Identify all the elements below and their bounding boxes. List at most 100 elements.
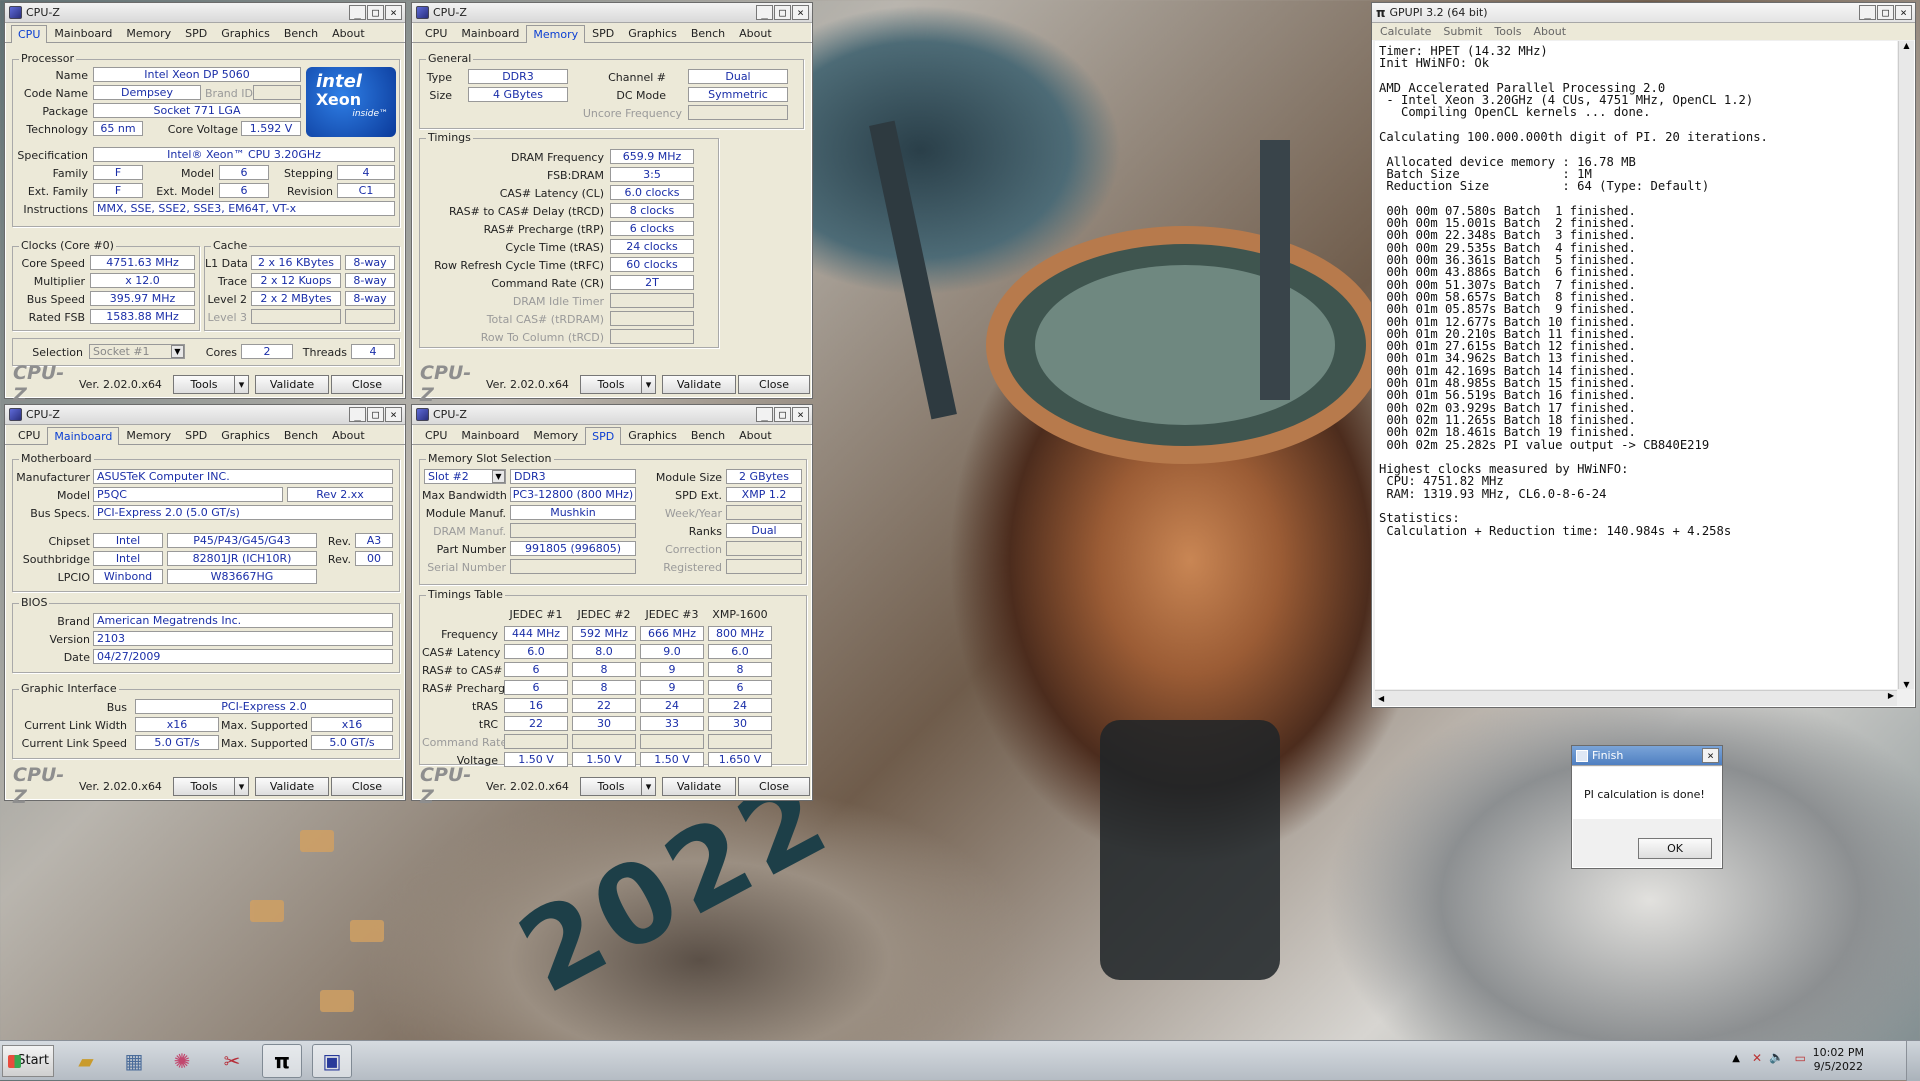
gpupi-taskbar-icon[interactable]: π <box>262 1044 302 1078</box>
type-label: Type <box>426 71 452 84</box>
tab-memory[interactable]: Memory <box>526 426 585 444</box>
title-bar[interactable]: π GPUPI 3.2 (64 bit) _ □ × <box>1372 3 1915 23</box>
close-window-button[interactable]: × <box>385 5 402 20</box>
volume-icon[interactable]: 🔈 <box>1769 1050 1784 1064</box>
close-window-button[interactable]: × <box>1895 5 1912 20</box>
close-button[interactable]: Close <box>738 375 810 394</box>
close-button[interactable]: Close <box>738 777 810 796</box>
minimize-button[interactable]: _ <box>756 407 773 422</box>
tab-bench[interactable]: Bench <box>684 24 732 42</box>
tab-bench[interactable]: Bench <box>277 24 325 42</box>
slot-select-arrow-icon[interactable]: ▼ <box>492 470 505 483</box>
validate-button[interactable]: Validate <box>255 777 329 796</box>
title-bar[interactable]: CPU-Z _ □ × <box>412 405 812 425</box>
close-button[interactable]: Close <box>331 777 403 796</box>
paint-icon[interactable]: ✺ <box>162 1044 202 1078</box>
cas-latency-label: CAS# Latency (CL) <box>499 187 604 200</box>
tab-spd[interactable]: SPD <box>585 24 621 42</box>
tools-dropdown-icon[interactable]: ▾ <box>234 777 249 796</box>
validate-button[interactable]: Validate <box>662 375 736 394</box>
tab-spd[interactable]: SPD <box>585 427 622 445</box>
tools-dropdown-icon[interactable]: ▾ <box>641 375 656 394</box>
close-window-button[interactable]: × <box>385 407 402 422</box>
tab-graphics[interactable]: Graphics <box>621 426 684 444</box>
title-bar[interactable]: CPU-Z _ □ × <box>5 3 405 23</box>
tools-button[interactable]: Tools <box>173 375 235 394</box>
scroll-down-icon[interactable]: ▼ <box>1899 680 1914 689</box>
scroll-left-icon[interactable]: ◀ <box>1375 694 1384 703</box>
tab-bench[interactable]: Bench <box>277 426 325 444</box>
maximize-button[interactable]: □ <box>774 407 791 422</box>
close-window-button[interactable]: × <box>1702 748 1719 763</box>
tab-graphics[interactable]: Graphics <box>621 24 684 42</box>
tab-cpu[interactable]: CPU <box>418 24 454 42</box>
explorer-folder-icon[interactable]: ▰ <box>66 1044 106 1078</box>
snipping-tool-icon[interactable]: ✂ <box>212 1044 252 1078</box>
menu-tools[interactable]: Tools <box>1494 25 1521 38</box>
menu-calculate[interactable]: Calculate <box>1380 25 1431 38</box>
title-bar[interactable]: CPU-Z _ □ × <box>412 3 812 23</box>
tab-mainboard[interactable]: Mainboard <box>47 427 120 445</box>
close-window-button[interactable]: × <box>792 5 809 20</box>
tab-cpu[interactable]: CPU <box>11 426 47 444</box>
show-desktop-button[interactable] <box>1906 1041 1920 1081</box>
tools-button[interactable]: Tools <box>173 777 235 796</box>
tools-button[interactable]: Tools <box>580 375 642 394</box>
horizontal-scrollbar[interactable]: ◀ ▶ <box>1375 690 1897 706</box>
tab-mainboard[interactable]: Mainboard <box>47 24 119 42</box>
validate-button[interactable]: Validate <box>662 777 736 796</box>
scroll-right-icon[interactable]: ▶ <box>1888 691 1894 700</box>
socket-select-arrow-icon[interactable]: ▼ <box>171 345 184 358</box>
tab-about[interactable]: About <box>732 24 779 42</box>
southbridge-vendor: Intel <box>93 551 163 566</box>
tab-spd[interactable]: SPD <box>178 24 214 42</box>
size-label: Size <box>429 89 452 102</box>
tools-dropdown-icon[interactable]: ▾ <box>641 777 656 796</box>
maximize-button[interactable]: □ <box>1877 5 1894 20</box>
tab-memory[interactable]: Memory <box>526 25 586 43</box>
show-hidden-icons-icon[interactable]: ▲ <box>1732 1053 1740 1064</box>
tab-graphics[interactable]: Graphics <box>214 426 277 444</box>
tab-cpu[interactable]: CPU <box>11 25 48 43</box>
title-bar[interactable]: Finish × <box>1572 746 1722 766</box>
tab-graphics[interactable]: Graphics <box>214 24 277 42</box>
scroll-up-icon[interactable]: ▲ <box>1899 41 1914 50</box>
tools-button[interactable]: Tools <box>580 777 642 796</box>
close-window-button[interactable]: × <box>792 407 809 422</box>
tab-spd[interactable]: SPD <box>178 426 214 444</box>
cpuz-taskbar-icon[interactable]: ▣ <box>312 1044 352 1078</box>
validate-button[interactable]: Validate <box>255 375 329 394</box>
l1data-way: 8-way <box>345 255 395 270</box>
busspeed-label: Bus Speed <box>26 293 85 306</box>
clock[interactable]: 10:02 PM 9/5/2022 <box>1813 1046 1864 1074</box>
maximize-button[interactable]: □ <box>774 5 791 20</box>
tab-memory[interactable]: Memory <box>119 426 178 444</box>
minimize-button[interactable]: _ <box>349 407 366 422</box>
start-button[interactable]: Start <box>2 1045 54 1077</box>
tab-about[interactable]: About <box>732 426 779 444</box>
tab-mainboard[interactable]: Mainboard <box>454 24 526 42</box>
battery-icon[interactable]: ▭ <box>1795 1051 1806 1065</box>
tab-bench[interactable]: Bench <box>684 426 732 444</box>
close-button[interactable]: Close <box>331 375 403 394</box>
calculator-icon[interactable]: ▦ <box>114 1044 154 1078</box>
menu-about[interactable]: About <box>1534 25 1567 38</box>
maximize-button[interactable]: □ <box>367 5 384 20</box>
maximize-button[interactable]: □ <box>367 407 384 422</box>
tab-mainboard[interactable]: Mainboard <box>454 426 526 444</box>
tab-about[interactable]: About <box>325 426 372 444</box>
tools-dropdown-icon[interactable]: ▾ <box>234 375 249 394</box>
tras-value: 24 clocks <box>610 239 694 254</box>
network-icon[interactable]: ✕ <box>1752 1051 1762 1065</box>
console-output[interactable]: Timer: HPET (14.32 MHz) Init HWiNFO: Ok … <box>1375 41 1897 689</box>
tab-memory[interactable]: Memory <box>119 24 178 42</box>
ok-button[interactable]: OK <box>1638 838 1712 859</box>
tab-about[interactable]: About <box>325 24 372 42</box>
minimize-button[interactable]: _ <box>1859 5 1876 20</box>
menu-submit[interactable]: Submit <box>1443 25 1482 38</box>
vertical-scrollbar[interactable]: ▲ ▼ <box>1898 41 1914 689</box>
minimize-button[interactable]: _ <box>349 5 366 20</box>
minimize-button[interactable]: _ <box>756 5 773 20</box>
tab-cpu[interactable]: CPU <box>418 426 454 444</box>
title-bar[interactable]: CPU-Z _ □ × <box>5 405 405 425</box>
